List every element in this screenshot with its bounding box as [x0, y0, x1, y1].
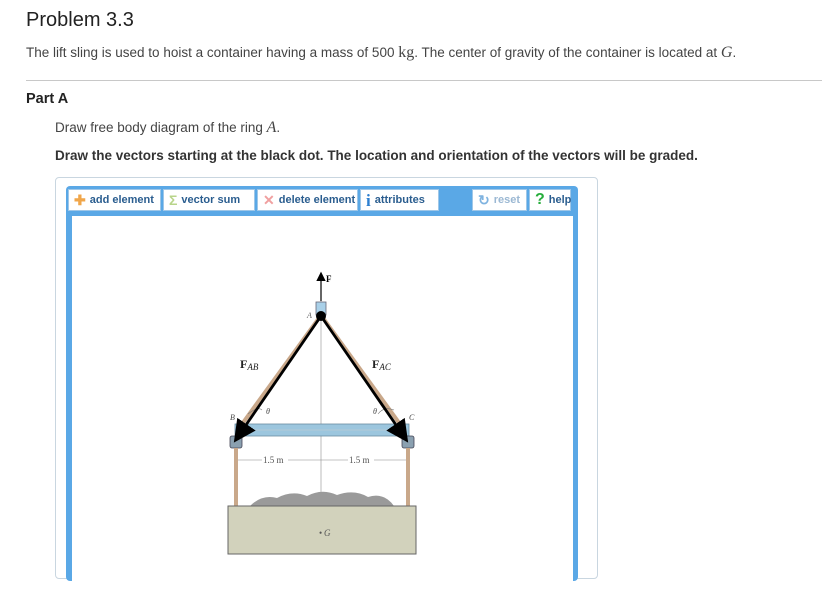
x-icon: ✕: [263, 192, 275, 208]
origin-dot[interactable]: [316, 311, 326, 321]
point-c-label: C: [409, 413, 415, 422]
vector-sum-button[interactable]: Σ vector sum: [163, 189, 255, 211]
unit-kg: kg: [398, 44, 415, 61]
dimension-right: 1.5 m: [349, 455, 370, 465]
force-f-label: F: [326, 274, 332, 284]
reset-button[interactable]: ↻ reset: [472, 189, 527, 211]
problem-description: The lift sling is used to hoist a contai…: [26, 44, 737, 61]
vector-instructions: Draw the vectors starting at the black d…: [55, 148, 698, 163]
problem-title: Problem 3.3: [26, 9, 134, 31]
theta-left: θ: [266, 407, 270, 416]
label-fac: FAC: [372, 357, 392, 372]
fbd-diagram: F A B C θ θ 1.5 m 1.5 m • G FAB FAC: [227, 271, 417, 555]
vector-fab[interactable]: [233, 315, 323, 443]
point-b-label: B: [230, 413, 235, 422]
plus-icon: ✚: [74, 192, 86, 208]
svg-text:•: •: [319, 528, 322, 538]
divider: [26, 80, 822, 81]
info-icon: i: [366, 190, 371, 210]
sigma-icon: Σ: [169, 192, 178, 208]
reset-icon: ↻: [478, 192, 490, 208]
var-g: G: [720, 44, 733, 61]
dimension-left: 1.5 m: [263, 455, 284, 465]
fbd-frame: ✚ add element Σ vector sum ✕ delete elem…: [66, 186, 578, 586]
help-icon: ?: [535, 191, 545, 208]
var-a: A: [266, 119, 277, 136]
theta-right: θ: [373, 407, 377, 416]
drawing-canvas[interactable]: F A B C θ θ 1.5 m 1.5 m • G FAB FAC: [72, 216, 573, 586]
label-fab: FAB: [240, 357, 259, 372]
part-label: Part A: [26, 91, 69, 107]
add-element-button[interactable]: ✚ add element: [68, 189, 161, 211]
gravel: [250, 491, 394, 506]
vector-fac[interactable]: [319, 315, 409, 443]
part-instruction: Draw free body diagram of the ring A.: [55, 119, 281, 136]
attributes-button[interactable]: i attributes: [360, 189, 439, 211]
cg-label: G: [324, 528, 331, 538]
shackle-left: [229, 435, 243, 449]
fbd-widget: ✚ add element Σ vector sum ✕ delete elem…: [55, 177, 598, 586]
delete-element-button[interactable]: ✕ delete element: [257, 189, 358, 211]
ring-a-label: A: [306, 311, 312, 320]
help-button[interactable]: ? help: [529, 189, 571, 211]
